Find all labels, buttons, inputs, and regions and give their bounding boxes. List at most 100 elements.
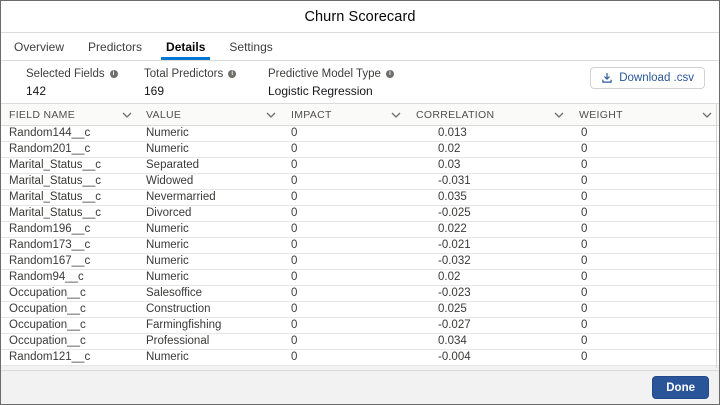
cell-correlation: 0.035 xyxy=(438,191,467,203)
cell-field: Random167__c xyxy=(9,255,91,267)
column-header-correlation[interactable]: CORRELATION xyxy=(408,104,571,125)
info-icon[interactable]: i xyxy=(109,69,118,78)
summary-label: Predictive Model Type xyxy=(268,68,381,80)
table-row: Random144__c Numeric 0 0.013 0 xyxy=(1,126,719,142)
cell-correlation: 0.013 xyxy=(438,127,467,139)
chevron-down-icon[interactable] xyxy=(702,112,712,118)
table-row: Random196__c Numeric 0 0.022 0 xyxy=(1,222,719,238)
cell-weight: 0 xyxy=(581,319,588,331)
cell-value: Farmingfishing xyxy=(146,319,222,331)
cell-impact: 0 xyxy=(291,335,298,347)
table-row: Occupation__c Farmingfishing 0 -0.027 0 xyxy=(1,318,719,334)
cell-value: Numeric xyxy=(146,223,189,235)
cell-impact: 0 xyxy=(291,207,298,219)
chevron-down-icon[interactable] xyxy=(391,112,401,118)
summary-value: 169 xyxy=(144,84,165,98)
cell-impact: 0 xyxy=(291,223,298,235)
table-row: Occupation__c Professional 0 0.034 0 xyxy=(1,334,719,350)
summary-selected-fields: Selected Fields i 142 xyxy=(26,67,144,103)
column-header-impact[interactable]: IMPACT xyxy=(283,104,408,125)
cell-correlation: 0.03 xyxy=(438,159,461,171)
summary-total-predictors: Total Predictors i 169 xyxy=(144,67,268,103)
tab-details[interactable]: Details xyxy=(161,33,210,60)
cell-weight: 0 xyxy=(581,303,588,315)
cell-field: Random144__c xyxy=(9,127,91,139)
cell-value: Salesoffice xyxy=(146,287,203,299)
column-header-value[interactable]: VALUE xyxy=(139,104,283,125)
cell-value: Numeric xyxy=(146,271,189,283)
cell-weight: 0 xyxy=(581,335,588,347)
chevron-down-icon[interactable] xyxy=(554,112,564,118)
footer-bar: Done xyxy=(1,370,719,404)
cell-weight: 0 xyxy=(581,271,588,283)
tab-predictors[interactable]: Predictors xyxy=(83,33,147,60)
info-icon[interactable]: i xyxy=(228,69,237,78)
table-row: Marital_Status__c Widowed 0 -0.031 0 xyxy=(1,174,719,190)
summary-value: Logistic Regression xyxy=(268,84,373,98)
title-bar: Churn Scorecard xyxy=(1,1,719,33)
table-row: Marital_Status__c Separated 0 0.03 0 xyxy=(1,158,719,174)
cell-impact: 0 xyxy=(291,127,298,139)
cell-field: Random201__c xyxy=(9,143,91,155)
summary-bar: Selected Fields i 142 Total Predictors i… xyxy=(1,61,719,103)
table-row: Marital_Status__c Nevermarried 0 0.035 0 xyxy=(1,190,719,206)
cell-correlation: -0.031 xyxy=(438,175,471,187)
summary-label: Selected Fields xyxy=(26,68,105,80)
cell-value: Construction xyxy=(146,303,211,315)
tab-bar: Overview Predictors Details Settings xyxy=(1,33,719,61)
cell-field: Random94__c xyxy=(9,271,84,283)
cell-correlation: 0.025 xyxy=(438,303,467,315)
cell-weight: 0 xyxy=(581,255,588,267)
cell-impact: 0 xyxy=(291,255,298,267)
done-button[interactable]: Done xyxy=(652,376,709,399)
cell-impact: 0 xyxy=(291,303,298,315)
cell-field: Marital_Status__c xyxy=(9,207,102,219)
table-header: FIELD NAME VALUE IMPACT CORRELATION WEIG… xyxy=(1,103,719,126)
cell-field: Marital_Status__c xyxy=(9,159,102,171)
column-header-weight[interactable]: WEIGHT xyxy=(571,104,719,125)
cell-weight: 0 xyxy=(581,207,588,219)
cell-correlation: -0.021 xyxy=(438,239,471,251)
tab-settings[interactable]: Settings xyxy=(224,33,277,60)
cell-impact: 0 xyxy=(291,175,298,187)
cell-value: Numeric xyxy=(146,143,189,155)
cell-field: Random121__c xyxy=(9,351,91,363)
cell-value: Numeric xyxy=(146,351,189,363)
cell-weight: 0 xyxy=(581,239,588,251)
page-title: Churn Scorecard xyxy=(304,8,416,25)
table-row: Random201__c Numeric 0 0.02 0 xyxy=(1,142,719,158)
column-header-field-name[interactable]: FIELD NAME xyxy=(1,104,139,125)
table-row: Random94__c Numeric 0 0.02 0 xyxy=(1,270,719,286)
cell-impact: 0 xyxy=(291,239,298,251)
tab-overview[interactable]: Overview xyxy=(9,33,69,60)
chevron-down-icon[interactable] xyxy=(266,112,276,118)
cell-correlation: 0.022 xyxy=(438,223,467,235)
table-row: Marital_Status__c Divorced 0 -0.025 0 xyxy=(1,206,719,222)
cell-weight: 0 xyxy=(581,223,588,235)
cell-weight: 0 xyxy=(581,159,588,171)
cell-correlation: -0.032 xyxy=(438,255,471,267)
cell-impact: 0 xyxy=(291,351,298,363)
summary-label: Total Predictors xyxy=(144,68,224,80)
cell-field: Marital_Status__c xyxy=(9,175,102,187)
table-row: Random173__c Numeric 0 -0.021 0 xyxy=(1,238,719,254)
cell-value: Divorced xyxy=(146,207,192,219)
table-row: Random167__c Numeric 0 -0.032 0 xyxy=(1,254,719,270)
cell-field: Random173__c xyxy=(9,239,91,251)
cell-value: Separated xyxy=(146,159,200,171)
download-csv-label: Download .csv xyxy=(619,72,694,84)
download-csv-button[interactable]: Download .csv xyxy=(590,67,705,89)
chevron-down-icon[interactable] xyxy=(122,112,132,118)
cell-weight: 0 xyxy=(581,175,588,187)
cell-impact: 0 xyxy=(291,191,298,203)
cell-value: Numeric xyxy=(146,255,189,267)
cell-field: Marital_Status__c xyxy=(9,191,102,203)
cell-value: Professional xyxy=(146,335,210,347)
cell-impact: 0 xyxy=(291,159,298,171)
cell-weight: 0 xyxy=(581,351,588,363)
info-icon[interactable]: i xyxy=(385,69,394,78)
cell-correlation: -0.025 xyxy=(438,207,471,219)
cell-correlation: 0.034 xyxy=(438,335,467,347)
summary-value: 142 xyxy=(26,84,47,98)
cell-weight: 0 xyxy=(581,143,588,155)
